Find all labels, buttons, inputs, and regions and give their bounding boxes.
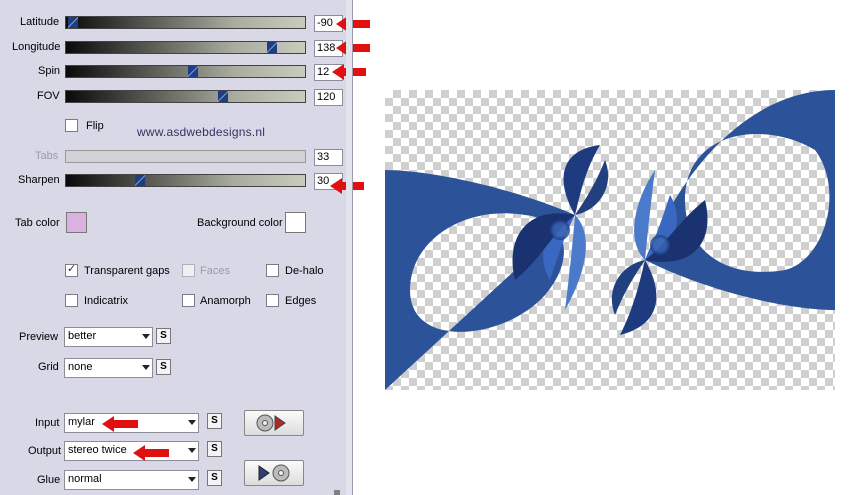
tabs-input[interactable]: 33 bbox=[314, 149, 343, 166]
red-arrow-icon bbox=[336, 16, 370, 32]
fov-input[interactable]: 120 bbox=[314, 89, 343, 106]
fov-label: FOV bbox=[37, 90, 60, 102]
de-halo-checkbox[interactable] bbox=[266, 264, 279, 277]
preview-select-value: better bbox=[68, 330, 97, 342]
edges-label: Edges bbox=[285, 295, 317, 307]
preview-select[interactable]: better bbox=[64, 327, 153, 347]
latitude-label: Latitude bbox=[20, 16, 60, 28]
glue-select-value: normal bbox=[68, 473, 102, 485]
panel-divider[interactable] bbox=[334, 0, 353, 495]
flip-label: Flip bbox=[86, 120, 104, 132]
grid-select-value: none bbox=[68, 361, 93, 373]
grid-select[interactable]: none bbox=[64, 358, 153, 378]
sharpen-label: Sharpen bbox=[18, 174, 60, 186]
watermark-text: www.asdwebdesigns.nl bbox=[137, 125, 266, 139]
tabs-label: Tabs bbox=[35, 150, 59, 162]
latitude-slider-thumb[interactable] bbox=[68, 17, 78, 28]
output-s-button[interactable]: S bbox=[207, 441, 222, 457]
grid-s-button[interactable]: S bbox=[156, 359, 171, 375]
longitude-slider[interactable] bbox=[65, 41, 306, 54]
output-select-value: stereo twice bbox=[68, 444, 127, 456]
tab-color-swatch[interactable] bbox=[66, 212, 87, 233]
spin-slider[interactable] bbox=[65, 65, 306, 78]
anamorph-checkbox[interactable] bbox=[182, 294, 195, 307]
background-color-label: Background color bbox=[197, 217, 283, 229]
glue-s-button[interactable]: S bbox=[207, 470, 222, 486]
background-color-swatch[interactable] bbox=[285, 212, 306, 233]
edges-checkbox[interactable] bbox=[266, 294, 279, 307]
preview-canvas bbox=[385, 90, 835, 390]
chevron-down-icon bbox=[188, 477, 196, 482]
spin-slider-thumb[interactable] bbox=[188, 66, 198, 77]
indicatrix-checkbox[interactable] bbox=[65, 294, 78, 307]
longitude-slider-thumb[interactable] bbox=[267, 42, 277, 53]
transparent-gaps-label: Transparent gaps bbox=[84, 265, 170, 277]
chevron-down-icon bbox=[142, 334, 150, 339]
latitude-slider[interactable] bbox=[65, 16, 306, 29]
preview-label: Preview bbox=[19, 331, 59, 343]
sharpen-slider[interactable] bbox=[65, 174, 306, 187]
chevron-down-icon bbox=[188, 420, 196, 425]
fov-slider-thumb[interactable] bbox=[218, 91, 228, 102]
flip-checkbox[interactable] bbox=[65, 119, 78, 132]
grid-label: Grid bbox=[38, 361, 59, 373]
chevron-down-icon bbox=[142, 365, 150, 370]
input-label: Input bbox=[35, 417, 60, 429]
de-halo-label: De-halo bbox=[285, 265, 324, 277]
longitude-label: Longitude bbox=[12, 41, 61, 53]
indicatrix-label: Indicatrix bbox=[84, 295, 129, 307]
faces-checkbox bbox=[182, 264, 195, 277]
faces-label: Faces bbox=[200, 265, 230, 277]
load-input-button[interactable] bbox=[244, 410, 304, 436]
red-arrow-icon bbox=[133, 445, 169, 461]
save-output-button[interactable] bbox=[244, 460, 304, 486]
settings-panel: Latitude -90 Longitude 138 Spin 12 FOV 1… bbox=[0, 0, 370, 495]
play-disc-icon bbox=[258, 464, 290, 482]
red-arrow-icon bbox=[102, 416, 138, 432]
preview-s-button[interactable]: S bbox=[156, 328, 171, 344]
preview-image bbox=[385, 90, 835, 390]
input-s-button[interactable]: S bbox=[207, 413, 222, 429]
tabs-slider bbox=[65, 150, 306, 163]
spin-label: Spin bbox=[38, 65, 61, 77]
chevron-down-icon bbox=[188, 448, 196, 453]
output-label: Output bbox=[28, 445, 62, 457]
red-arrow-icon bbox=[336, 40, 370, 56]
glue-select[interactable]: normal bbox=[64, 470, 199, 490]
glue-label: Glue bbox=[37, 474, 61, 486]
fov-slider[interactable] bbox=[65, 90, 306, 103]
anamorph-label: Anamorph bbox=[200, 295, 251, 307]
tab-color-label: Tab color bbox=[15, 217, 60, 229]
transparent-gaps-checkbox[interactable] bbox=[65, 262, 78, 277]
sharpen-slider-thumb[interactable] bbox=[135, 175, 145, 186]
disc-play-icon bbox=[256, 414, 286, 432]
input-select-value: mylar bbox=[68, 416, 95, 428]
